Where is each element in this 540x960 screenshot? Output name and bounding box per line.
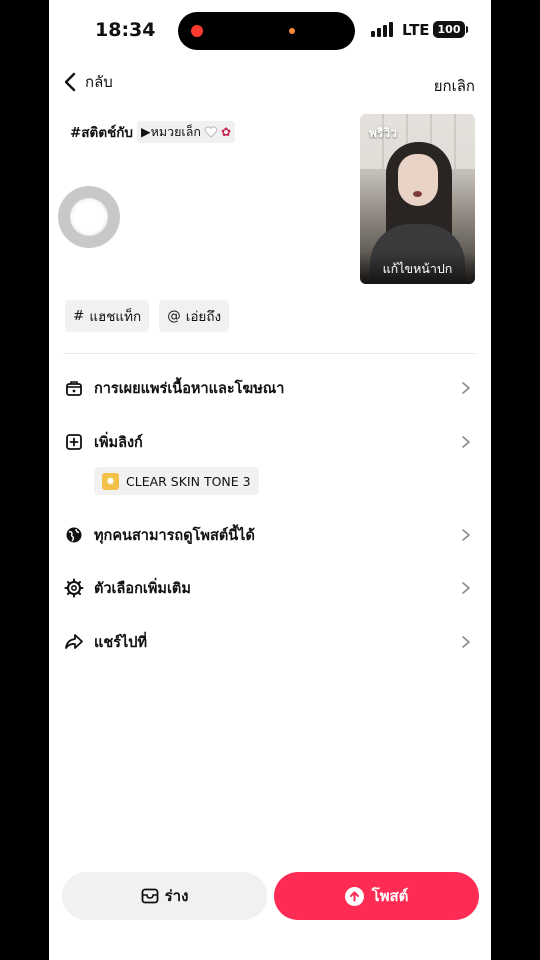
chevron-right-icon [462,529,470,541]
shop-bag-icon [63,377,85,399]
back-label: กลับ [85,73,113,91]
recording-dot-icon [191,25,203,37]
thumbnail-overlay-text: พรีวิว [369,126,397,140]
row-share-to[interactable]: แชร์ไปที่ [63,622,477,662]
row-label: การเผยแพร่เนื้อหาและโฆษณา [94,380,285,397]
mention-text: ▶หมวยเล็ก [141,124,201,139]
row-label: เพิ่มลิงก์ [94,434,143,451]
caption-input[interactable]: #สติตช์กับ ▶หมวยเล็ก ✿ [70,121,235,143]
heart-icon [204,126,218,138]
plus-square-icon [63,431,85,453]
row-label: ทุกคนสามารถดูโพสต์นี้ได้ [94,527,255,544]
back-button[interactable]: กลับ [63,70,113,94]
sparkle-icon: ✸ [102,472,119,490]
rose-icon: ✿ [220,125,231,139]
draft-button[interactable]: ร่าง [62,872,267,920]
chevron-right-icon [462,382,470,394]
network-label: LTE [402,21,430,39]
row-label: ตัวเลือกเพิ่มเติม [94,580,191,597]
drafts-box-icon [141,888,158,904]
mention-button[interactable]: @ เอ่ยถึง [159,300,230,332]
cancel-button[interactable]: ยกเลิก [434,74,475,98]
chevron-left-icon [64,72,76,92]
post-button[interactable]: โพสต์ [274,872,479,920]
hashtag-button[interactable]: # แฮชแท็ก [65,300,150,332]
draft-label: ร่าง [164,887,189,905]
gear-icon [63,577,85,599]
hashtag-label: แฮชแท็ก [89,309,142,325]
battery-tip [466,26,468,33]
thumbnail-face [398,154,438,206]
post-screen: 18:34 LTE 100 กลับ ยกเลิก #สติตช์กับ ▶หม… [49,0,491,960]
product-label: CLEAR SKIN TONE 3 [126,473,251,489]
caption-tools: # แฮชแท็ก @ เอ่ยถึง [65,300,230,332]
thumbnail-mouth [413,191,422,197]
signal-icon [371,22,393,37]
loading-spinner-icon [58,186,120,248]
product-link-chip[interactable]: ✸ CLEAR SKIN TONE 3 [94,467,259,495]
row-add-link[interactable]: เพิ่มลิงก์ [63,422,477,462]
mention-chip: ▶หมวยเล็ก ✿ [137,121,235,143]
status-time: 18:34 [95,19,156,41]
mention-label: เอ่ยถึง [185,309,222,325]
chevron-right-icon [462,436,470,448]
globe-icon [63,524,85,546]
caption-hashtag: #สติตช์กับ [70,125,133,141]
chevron-right-icon [462,636,470,648]
camera-indicator-icon [289,28,295,34]
row-label: แชร์ไปที่ [94,634,148,651]
hash-icon: # [73,308,85,324]
post-label: โพสต์ [371,887,409,905]
upload-arrow-icon [344,886,364,906]
row-more-options[interactable]: ตัวเลือกเพิ่มเติม [63,568,477,608]
dynamic-island [178,12,355,50]
row-content-disclosure[interactable]: การเผยแพร่เนื้อหาและโฆษณา [63,368,477,408]
chevron-right-icon [462,582,470,594]
battery-icon: 100 [433,21,465,38]
cover-thumbnail[interactable]: พรีวิว แก้ไขหน้าปก [360,114,475,284]
edit-cover-button[interactable]: แก้ไขหน้าปก [360,252,475,284]
share-arrow-icon [63,631,85,653]
divider [63,353,477,354]
at-icon: @ [167,308,181,324]
row-privacy[interactable]: ทุกคนสามารถดูโพสต์นี้ได้ [63,515,477,555]
